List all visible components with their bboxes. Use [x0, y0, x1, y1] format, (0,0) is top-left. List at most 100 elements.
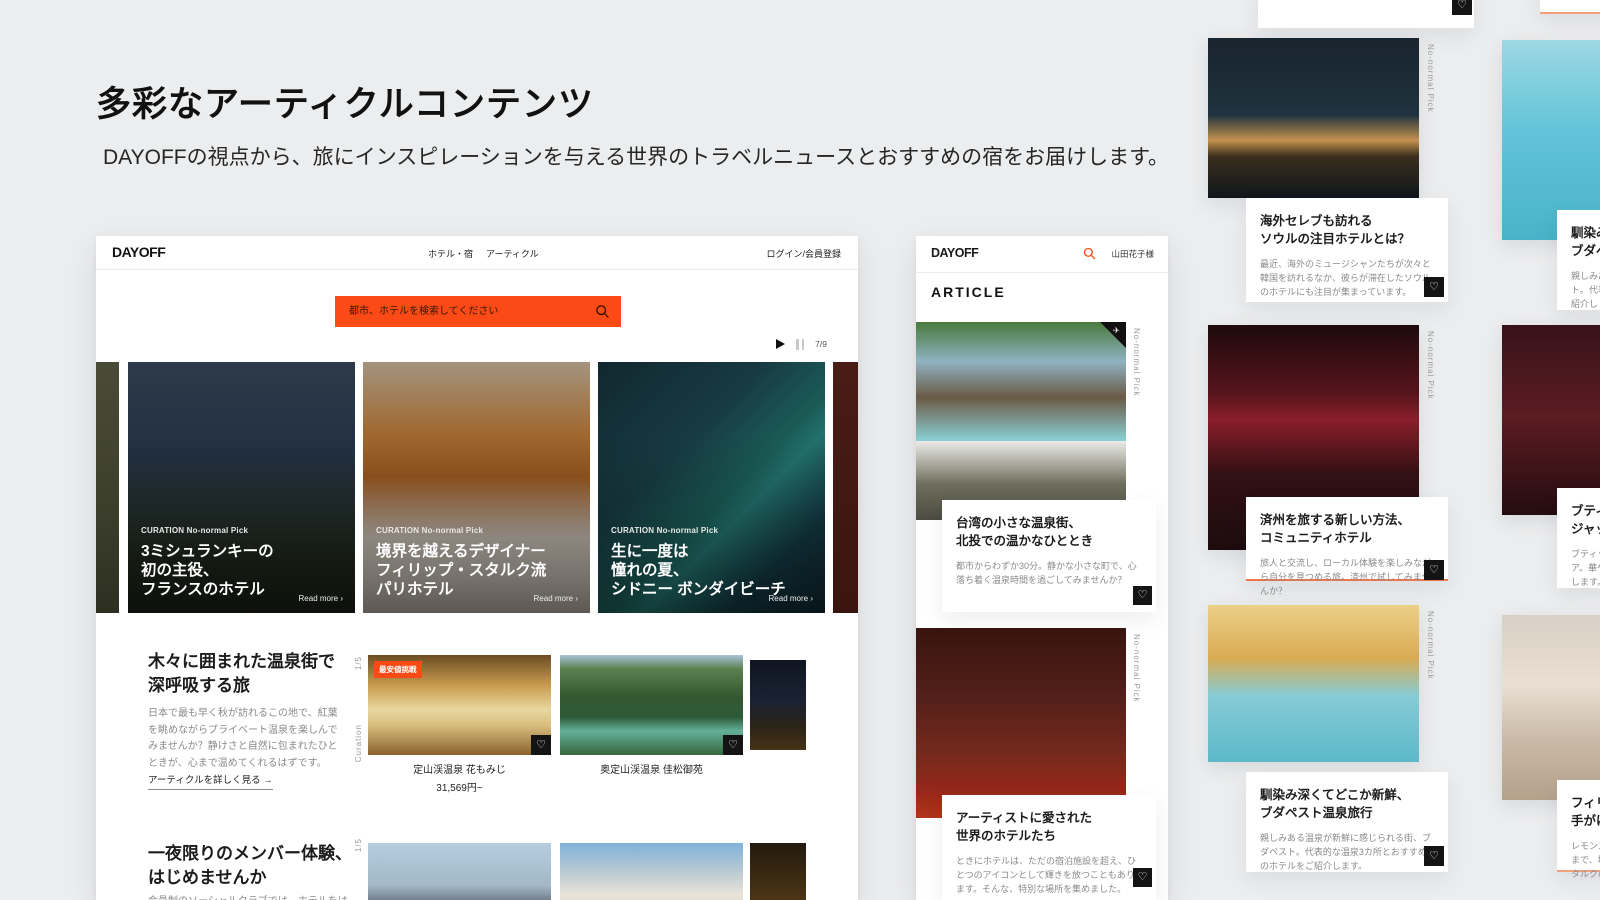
login-signup-link[interactable]: ログイン/会員登録 [766, 247, 841, 260]
article-photo-beitou[interactable] [916, 322, 1126, 520]
see-article-link[interactable]: アーティクルを詳しく見る → [148, 772, 273, 790]
article-body: 旅人と交流し、ローカル体験を楽しみながら自分を見つめる旅。済州で試してみませんか… [1260, 556, 1434, 598]
carousel-slide-partial-left[interactable] [96, 362, 119, 613]
section-body-members: 会員制のソーシャルクラブでは、ホテルをはじ [148, 894, 348, 900]
carousel-slide-sydney[interactable]: CURATION No-normal Pick 生に一度は 憧れの夏、 シドニー… [598, 362, 825, 613]
heart-icon[interactable]: ♡ [1133, 868, 1152, 887]
play-icon[interactable] [776, 339, 785, 349]
article-card-beitou[interactable]: 台湾の小さな温泉街、 北投での温かなひととき 都市からわずか30分。静かな小さな… [942, 500, 1156, 612]
page-indicator-vertical: 1/5 [354, 656, 363, 670]
slide-title: 境界を越えるデザイナー フィリップ・スタルク流 パリホテル [376, 542, 578, 599]
pause-icon[interactable] [796, 339, 804, 350]
heart-icon[interactable]: ♡ [1452, 0, 1472, 15]
search-icon[interactable] [1083, 247, 1096, 260]
article-body: 都市からわずか30分。静かな小さな町で、心落ち着く温泉時間を過ごしてみませんか？ [956, 559, 1142, 587]
hotel-card-hanamomiji[interactable]: 最安値挑戦 ♡ [368, 655, 551, 755]
pick-label-vertical: No-normal Pick [1426, 44, 1435, 113]
hotel-card-partial[interactable] [750, 843, 806, 900]
slide-title: 3ミシュランキーの 初の主役、 フランスのホテル [141, 542, 343, 599]
article-body: 最近、海外のミュージシャンたちが次々と韓国を訪れるなか、彼らが滞在したソウルのホ… [1260, 257, 1434, 299]
pick-label-vertical: No-normal Pick [1426, 611, 1435, 680]
heart-icon[interactable]: ♡ [1424, 560, 1444, 580]
carousel-slide-paris[interactable]: CURATION No-normal Pick 境界を越えるデザイナー フィリッ… [363, 362, 590, 613]
article-photo-starck[interactable] [1502, 615, 1600, 800]
showcase-stage: 多彩なアーティクルコンテンツ DAYOFFの視点から、旅にインスピレーションを与… [0, 0, 1600, 900]
pick-label-vertical: No-normal Pick [1132, 634, 1141, 703]
pick-label-vertical: No-normal Pick [1426, 331, 1435, 400]
slide-tag: CURATION No-normal Pick [611, 526, 813, 535]
desktop-header: DAYOFF ホテル・宿 アーティクル ログイン/会員登録 [96, 236, 858, 270]
user-name[interactable]: 山田花子様 [1111, 248, 1154, 260]
article-body: ときにホテルは、ただの宿泊施設を超え、ひとつのアイコンとして輝きを放つこともあり… [956, 854, 1142, 896]
page-subtitle: DAYOFFの視点から、旅にインスピレーションを与える世界のトラベルニュースとお… [103, 141, 1169, 171]
slide-tag: CURATION No-normal Pick [141, 526, 343, 535]
section-body-onsen: 日本で最も早く秋が訪れるこの地で、紅葉を眺めながらプライベート温泉を楽しんでみま… [148, 706, 340, 772]
article-card-partial-top[interactable] [1258, 0, 1474, 28]
article-title: アーティストに愛された 世界のホテルたち [956, 809, 1142, 845]
carousel-slide-partial-right[interactable] [833, 362, 858, 613]
read-more-link[interactable]: Read more › [534, 594, 578, 603]
hotel-card-partial[interactable] [750, 660, 806, 750]
article-title: フィリ 手がけ [1571, 794, 1600, 830]
article-body: 親しみある温泉が新鮮に感じられる街、ブダペスト。代表的な温泉3カ所とおすすめのホ… [1260, 831, 1434, 873]
heart-icon[interactable]: ♡ [531, 735, 551, 755]
article-body: ブティッ ア。華や します。 [1571, 547, 1600, 589]
hotel-card-kashogyoen[interactable]: ♡ [560, 655, 743, 755]
article-card-clipped-starck[interactable]: フィリ 手がけ レモンス まで、地 タルクの [1557, 780, 1600, 872]
hotel-card-rooftop[interactable] [368, 843, 551, 900]
curation-label-vertical: Curation [354, 724, 363, 762]
article-photo-budapest[interactable] [1208, 605, 1419, 762]
heart-icon[interactable]: ♡ [1424, 277, 1444, 297]
article-body: レモンス まで、地 タルクの [1571, 839, 1600, 881]
search-input[interactable] [335, 296, 621, 327]
article-body: 親しみあ ト。代表 紹介し [1571, 269, 1600, 311]
hotel-card-classic[interactable] [560, 843, 743, 900]
desktop-mockup: DAYOFF ホテル・宿 アーティクル ログイン/会員登録 7/9 CURATI… [96, 236, 858, 900]
article-heading: ARTICLE [931, 284, 1006, 300]
article-card-jeju[interactable]: 済州を旅する新しい方法、 コミュニティホテル 旅人と交流し、ローカル体験を楽しみ… [1246, 497, 1448, 581]
hotel-price: 31,569円~ [368, 779, 551, 794]
hotel-name[interactable]: 奥定山渓温泉 佳松御苑 [560, 761, 743, 776]
page-indicator-vertical: 1/5 [354, 838, 363, 852]
hotel-name[interactable]: 定山渓温泉 花もみじ [368, 761, 551, 776]
price-badge: 最安値挑戦 [374, 661, 422, 678]
divider [916, 272, 1168, 273]
read-more-link[interactable]: Read more › [299, 594, 343, 603]
heart-icon[interactable]: ♡ [1424, 846, 1444, 866]
search-bar[interactable] [335, 296, 621, 327]
carousel-counter: 7/9 [815, 339, 827, 349]
nav-item-articles[interactable]: アーティクル [486, 247, 539, 260]
article-card-partial-top-right[interactable] [1540, 0, 1600, 14]
carousel-controls: 7/9 [776, 337, 827, 351]
article-title: 馴染み深くてどこか新鮮、 ブダペスト温泉旅行 [1260, 786, 1434, 822]
carousel-slide-france[interactable]: CURATION No-normal Pick 3ミシュランキーの 初の主役、 … [128, 362, 355, 613]
article-photo-boutique[interactable] [1502, 325, 1600, 515]
corner-fold: ✈ [1100, 322, 1126, 348]
section-title-members: 一夜限りのメンバー体験、 はじめませんか [148, 842, 352, 890]
article-card-clipped-boutique[interactable]: ブティ ジャッ ブティッ ア。華や します。 [1557, 488, 1600, 588]
article-photo-chelsea[interactable] [916, 628, 1126, 818]
article-title: 海外セレブも訪れる ソウルの注目ホテルとは？ [1260, 212, 1434, 248]
nav-item-hotels[interactable]: ホテル・宿 [428, 247, 473, 260]
plane-pin-icon: ✈ [1113, 326, 1120, 335]
article-title: 馴染み ブダペ [1571, 224, 1600, 260]
article-card-seoul[interactable]: 海外セレブも訪れる ソウルの注目ホテルとは？ 最近、海外のミュージシャンたちが次… [1246, 198, 1448, 302]
slide-tag: CURATION No-normal Pick [376, 526, 578, 535]
slide-title: 生に一度は 憧れの夏、 シドニー ボンダイビーチ [611, 542, 813, 599]
heart-icon[interactable]: ♡ [723, 735, 743, 755]
section-title-onsen: 木々に囲まれた温泉街で 深呼吸する旅 [148, 650, 335, 698]
heart-icon[interactable]: ♡ [1133, 586, 1152, 605]
article-card-budapest[interactable]: 馴染み深くてどこか新鮮、 ブダペスト温泉旅行 親しみある温泉が新鮮に感じられる街… [1246, 772, 1448, 872]
dayoff-logo[interactable]: DAYOFF [931, 246, 978, 260]
read-more-link[interactable]: Read more › [769, 594, 813, 603]
page-title: 多彩なアーティクルコンテンツ [96, 76, 594, 127]
article-photo-seoul[interactable] [1208, 38, 1419, 198]
article-card-chelsea[interactable]: アーティストに愛された 世界のホテルたち ときにホテルは、ただの宿泊施設を超え、… [942, 795, 1156, 900]
mobile-mockup: DAYOFF 山田花子様 ARTICLE ✈ No-normal Pick 台湾… [916, 236, 1168, 900]
article-title: 済州を旅する新しい方法、 コミュニティホテル [1260, 511, 1434, 547]
article-title: ブティ ジャッ [1571, 502, 1600, 538]
article-title: 台湾の小さな温泉街、 北投での温かなひととき [956, 514, 1142, 550]
dayoff-logo[interactable]: DAYOFF [112, 244, 165, 260]
search-icon [595, 304, 610, 319]
article-card-clipped-budapest[interactable]: 馴染み ブダペ 親しみあ ト。代表 紹介し [1557, 210, 1600, 310]
